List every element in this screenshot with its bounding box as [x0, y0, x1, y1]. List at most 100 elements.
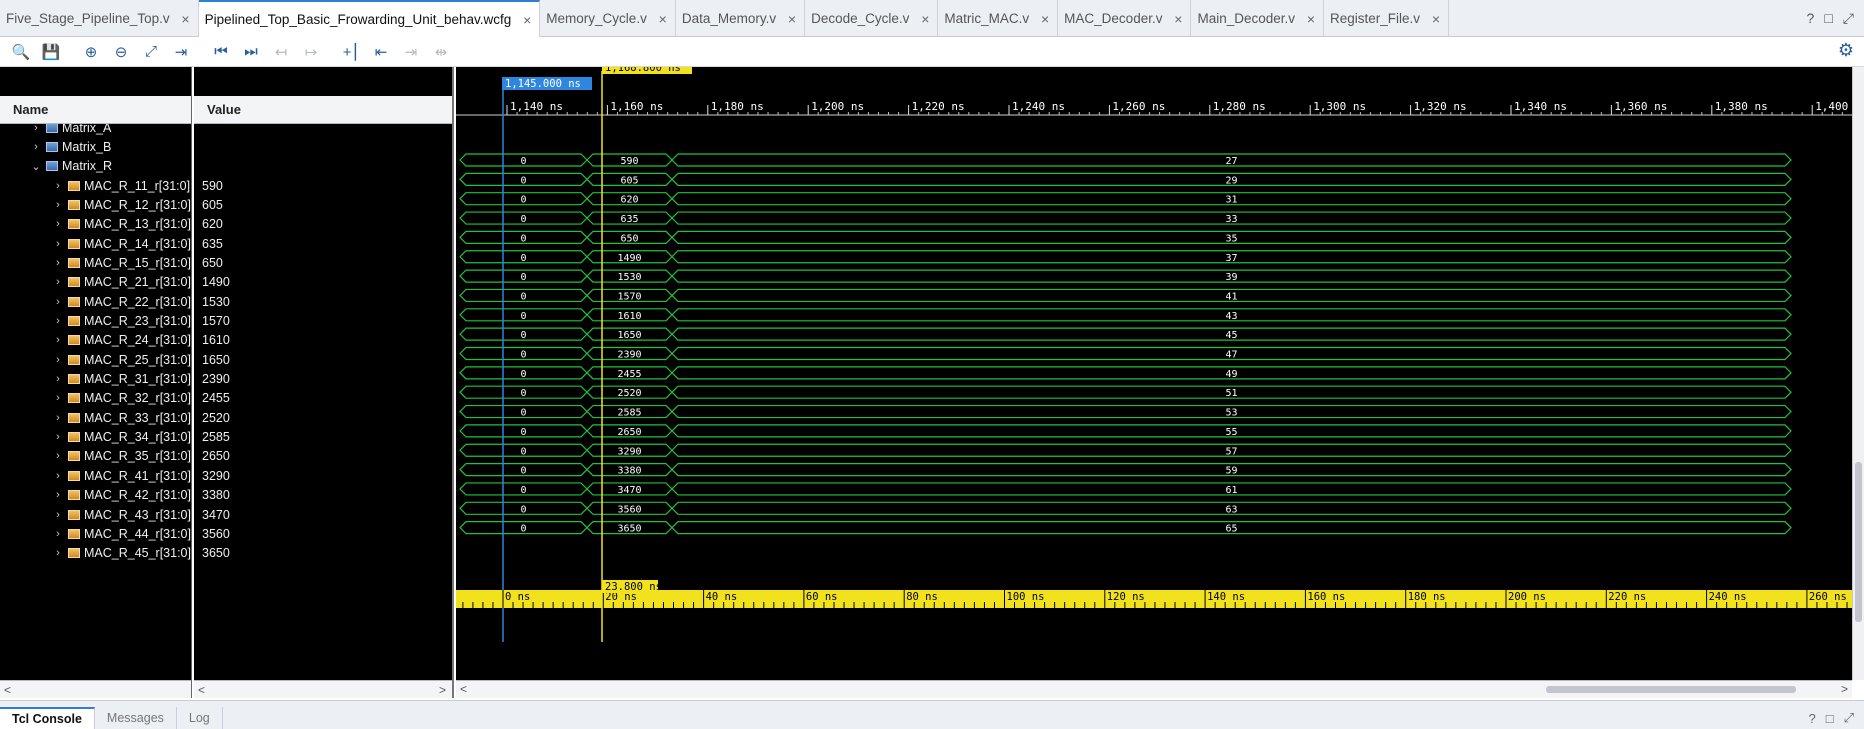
bottom-panel-tab[interactable]: Tcl Console [0, 707, 95, 729]
value-column-header[interactable]: Value [194, 96, 452, 124]
bus-value-label: 63 [1225, 504, 1237, 515]
chevron-right-icon[interactable]: › [52, 199, 64, 211]
chevron-right-icon[interactable]: › [52, 547, 64, 559]
zoom-out-icon[interactable]: ⊖ [106, 39, 136, 65]
chevron-right-icon[interactable]: › [52, 315, 64, 327]
signal-value-row: 3650 [194, 542, 452, 565]
next-marker-icon[interactable]: ⇥ [396, 39, 426, 65]
editor-tab[interactable]: Memory_Cycle.v × [540, 0, 676, 37]
go-to-cursor-icon[interactable]: ⇥ [166, 39, 196, 65]
scroll-left-arrow-icon[interactable]: < [460, 682, 467, 696]
scroll-right-arrow-icon[interactable]: > [439, 683, 446, 697]
chevron-down-icon[interactable]: ⌄ [30, 160, 42, 173]
chevron-right-icon[interactable]: › [30, 124, 42, 134]
go-to-start-icon[interactable]: ⏮ [206, 39, 236, 65]
signal-name: MAC_R_15_r[31:0] [83, 255, 191, 270]
close-tab-icon[interactable]: × [1174, 11, 1182, 27]
add-marker-icon[interactable]: +⎮ [336, 39, 366, 65]
next-transition-icon[interactable]: ↦ [296, 39, 326, 65]
editor-tab[interactable]: Register_File.v × [1324, 0, 1450, 37]
go-to-end-icon[interactable]: ⏭ [236, 39, 266, 65]
signal-value: 620 [202, 217, 223, 232]
chevron-right-icon[interactable]: › [52, 238, 64, 250]
signal-value: 605 [202, 197, 223, 212]
settings-gear-icon[interactable]: ⚙ [1838, 40, 1854, 61]
vertical-scroll-thumb[interactable] [1855, 462, 1862, 622]
bus-signal-icon [68, 180, 80, 191]
scroll-right-arrow-icon[interactable]: > [1841, 682, 1848, 696]
zoom-fit-icon[interactable]: ⤢ [136, 39, 166, 65]
maximize-window-icon[interactable]: ⤢ [1844, 710, 1854, 726]
editor-tab[interactable]: Five_Stage_Pipeline_Top.v × [0, 0, 199, 37]
restore-window-icon[interactable]: □ [1826, 711, 1834, 726]
chevron-right-icon[interactable]: › [52, 431, 64, 443]
previous-transition-icon[interactable]: ↤ [266, 39, 296, 65]
waveform-svg[interactable]: 1,140 ns 1,160 ns 1,180 ns 1,200 ns 1,220 ns… [456, 61, 1864, 680]
chevron-right-icon[interactable]: › [52, 218, 64, 230]
waveform-canvas[interactable]: 1,140 ns 1,160 ns 1,180 ns 1,200 ns 1,220 ns… [456, 61, 1864, 680]
scroll-left-arrow-icon[interactable]: < [4, 683, 11, 697]
chevron-right-icon[interactable]: › [52, 334, 64, 346]
editor-tab[interactable]: Pipelined_Top_Basic_Frowarding_Unit_beha… [198, 0, 541, 37]
close-tab-icon[interactable]: × [659, 11, 667, 27]
bus-signal-icon [67, 412, 80, 423]
editor-tab-label: Memory_Cycle.v [546, 11, 647, 26]
waveform-vertical-scrollbar[interactable] [1852, 67, 1864, 680]
editor-tab[interactable]: Data_Memory.v × [676, 0, 806, 37]
close-tab-icon[interactable]: × [788, 11, 796, 27]
editor-tab[interactable]: MAC_Decoder.v × [1058, 0, 1192, 37]
close-tab-icon[interactable]: × [1307, 11, 1315, 27]
name-column-header[interactable]: Name [0, 96, 191, 124]
close-tab-icon[interactable]: × [1432, 11, 1440, 27]
bus-value-label: 3380 [617, 466, 641, 477]
editor-tab[interactable]: Decode_Cycle.v × [805, 0, 939, 37]
save-icon[interactable]: 💾 [36, 39, 66, 65]
bus-value-label: 41 [1225, 291, 1237, 302]
chevron-right-icon[interactable]: › [52, 489, 64, 501]
previous-marker-icon[interactable]: ⇤ [366, 39, 396, 65]
zoom-in-icon[interactable]: ⊕ [76, 39, 106, 65]
editor-tab[interactable]: Main_Decoder.v × [1191, 0, 1325, 37]
chevron-right-icon[interactable]: › [52, 180, 64, 192]
chevron-right-icon[interactable]: › [52, 354, 64, 366]
chevron-right-icon[interactable]: › [52, 470, 64, 482]
close-tab-icon[interactable]: × [1041, 11, 1049, 27]
chevron-right-icon[interactable]: › [52, 392, 64, 404]
close-tab-icon[interactable]: × [523, 12, 531, 28]
help-icon[interactable]: ? [1807, 10, 1815, 26]
bus-value-label: 0 [520, 175, 526, 186]
bus-signal-icon [67, 238, 80, 249]
chevron-right-icon[interactable]: › [52, 276, 64, 288]
bus-signal-icon [67, 354, 80, 365]
chevron-right-icon[interactable]: › [52, 528, 64, 540]
toolbar-separator [196, 39, 206, 65]
signal-row[interactable]: › MAC_R_45_r[31:0] [0, 542, 191, 565]
chevron-right-icon[interactable]: › [52, 509, 64, 521]
chevron-right-icon[interactable]: › [52, 373, 64, 385]
chevron-right-icon[interactable]: › [52, 257, 64, 269]
restore-window-icon[interactable]: □ [1824, 10, 1832, 26]
editor-tab[interactable]: Matric_MAC.v × [938, 0, 1059, 37]
help-icon[interactable]: ? [1809, 711, 1816, 726]
tree-group-label: Matrix_A [62, 124, 112, 135]
search-icon[interactable]: 🔍 [6, 39, 36, 65]
value-panel-horizontal-scrollbar[interactable]: < > [194, 680, 452, 698]
chevron-right-icon[interactable]: › [52, 412, 64, 424]
bottom-panel-tab[interactable]: Messages [95, 707, 177, 729]
chevron-right-icon[interactable]: › [30, 141, 42, 153]
chevron-right-icon[interactable]: › [52, 296, 64, 308]
chevron-right-icon[interactable]: › [52, 450, 64, 462]
waveform-horizontal-scrollbar[interactable]: < > [456, 680, 1852, 698]
swap-cursors-icon[interactable]: ⇹ [426, 39, 456, 65]
bus-value-label: 0 [520, 524, 526, 535]
tree-group-label: Matrix_B [62, 139, 112, 154]
close-tab-icon[interactable]: × [921, 11, 929, 27]
toolbar-separator [66, 39, 76, 65]
maximize-window-icon[interactable]: ⤢ [1843, 10, 1854, 27]
horizontal-scroll-thumb[interactable] [1546, 686, 1796, 693]
close-tab-icon[interactable]: × [181, 11, 189, 27]
bottom-panel-tab[interactable]: Log [177, 707, 223, 729]
scroll-left-arrow-icon[interactable]: < [198, 683, 205, 697]
bus-value-label: 0 [520, 504, 526, 515]
name-panel-horizontal-scrollbar[interactable]: < [0, 680, 191, 698]
